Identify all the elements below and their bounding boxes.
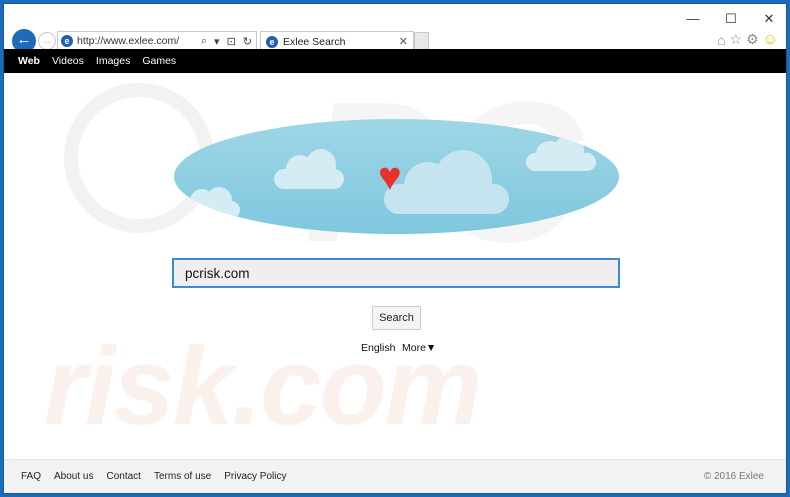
nav-item-videos[interactable]: Videos [52, 55, 84, 67]
footer-link-terms[interactable]: Terms of use [154, 471, 211, 482]
cloud-icon [384, 150, 509, 214]
cloud-icon [526, 135, 596, 171]
site-favicon-icon: e [61, 35, 73, 47]
heart-icon: ♥ [378, 155, 402, 199]
maximize-button[interactable]: ☐ [724, 12, 738, 26]
close-tab-icon[interactable]: ✕ [399, 35, 408, 48]
minimize-button[interactable]: — [686, 12, 700, 26]
home-icon[interactable]: ⌂ [717, 32, 725, 48]
tab-exlee-search[interactable]: e Exlee Search ✕ [260, 31, 414, 51]
footer-link-contact[interactable]: Contact [107, 471, 141, 482]
copyright-text: © 2016 Exlee [703, 471, 764, 482]
window-controls: — ☐ ✕ [686, 12, 776, 26]
search-button[interactable]: Search [372, 306, 421, 330]
search-field[interactable] [172, 258, 620, 288]
sky-logo-banner: ♥ [174, 119, 619, 234]
page-footer: FAQ About us Contact Terms of use Privac… [4, 459, 786, 493]
cloud-icon [182, 187, 240, 219]
tab-favicon-icon: e [266, 35, 278, 48]
main-content: PC risk.com ♥ Search English More▼ [4, 73, 786, 459]
more-languages-dropdown[interactable]: More▼ [402, 342, 436, 354]
compat-view-icon[interactable]: ⊡ [227, 35, 236, 48]
forward-arrow-icon: → [41, 35, 53, 47]
language-english-link[interactable]: English [361, 342, 395, 354]
nav-item-images[interactable]: Images [96, 55, 130, 67]
address-tools: ⌕ ▾ ⊡ ↻ [201, 35, 256, 48]
nav-item-games[interactable]: Games [142, 55, 176, 67]
feedback-smiley-icon[interactable]: ☺ [763, 31, 778, 48]
tab-title: Exlee Search [283, 35, 346, 48]
dropdown-icon[interactable]: ▾ [214, 35, 220, 48]
settings-gear-icon[interactable]: ⚙ [746, 31, 759, 48]
forward-button[interactable]: → [38, 32, 56, 50]
search-input[interactable] [185, 265, 618, 281]
cloud-icon [274, 149, 344, 189]
address-bar[interactable]: e http://www.exlee.com/ ⌕ ▾ ⊡ ↻ [57, 31, 257, 51]
search-icon[interactable]: ⌕ [201, 35, 207, 48]
nav-item-web[interactable]: Web [18, 55, 40, 67]
refresh-icon[interactable]: ↻ [243, 35, 252, 48]
browser-window: — ☐ ✕ ← → e http://www.exlee.com/ ⌕ ▾ ⊡ … [3, 3, 787, 494]
footer-link-about[interactable]: About us [54, 471, 93, 482]
footer-links: FAQ About us Contact Terms of use Privac… [21, 471, 286, 482]
back-arrow-icon: ← [16, 31, 32, 48]
footer-link-faq[interactable]: FAQ [21, 471, 41, 482]
favorites-star-icon[interactable]: ☆ [730, 31, 743, 48]
close-window-button[interactable]: ✕ [762, 12, 776, 26]
address-text[interactable]: http://www.exlee.com/ [77, 35, 201, 47]
browser-right-tools: ⌂ ☆ ⚙ ☺ [717, 31, 778, 48]
footer-link-privacy[interactable]: Privacy Policy [224, 471, 286, 482]
